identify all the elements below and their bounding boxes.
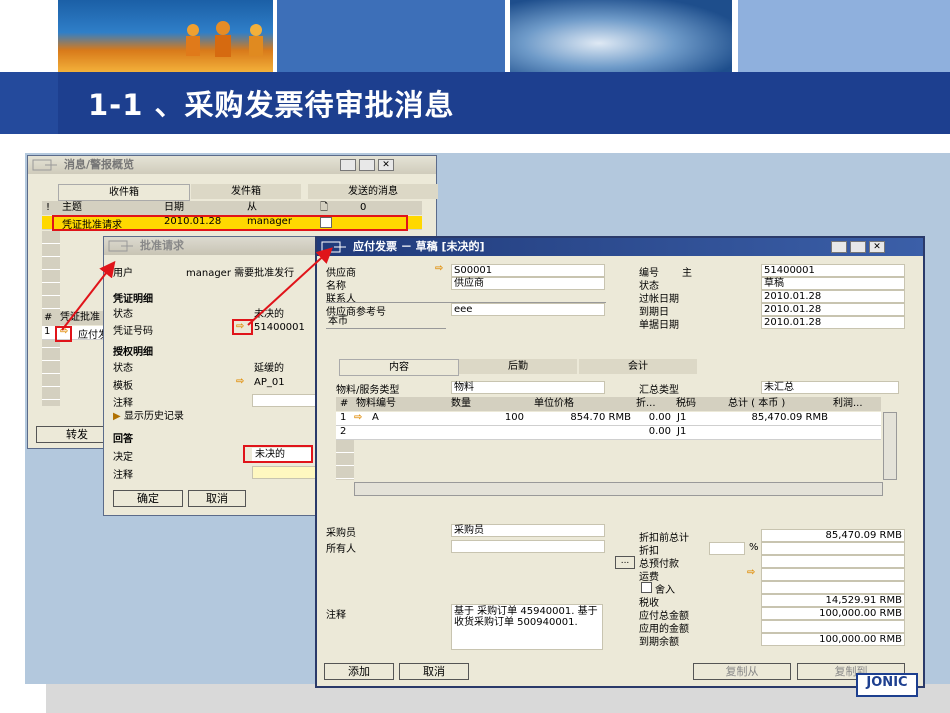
arrow-message-to-approval — [61, 260, 116, 331]
annotation-arrows — [61, 247, 333, 331]
arrow-approval-to-invoice — [247, 247, 333, 326]
company-logo: JONIC — [856, 673, 918, 697]
